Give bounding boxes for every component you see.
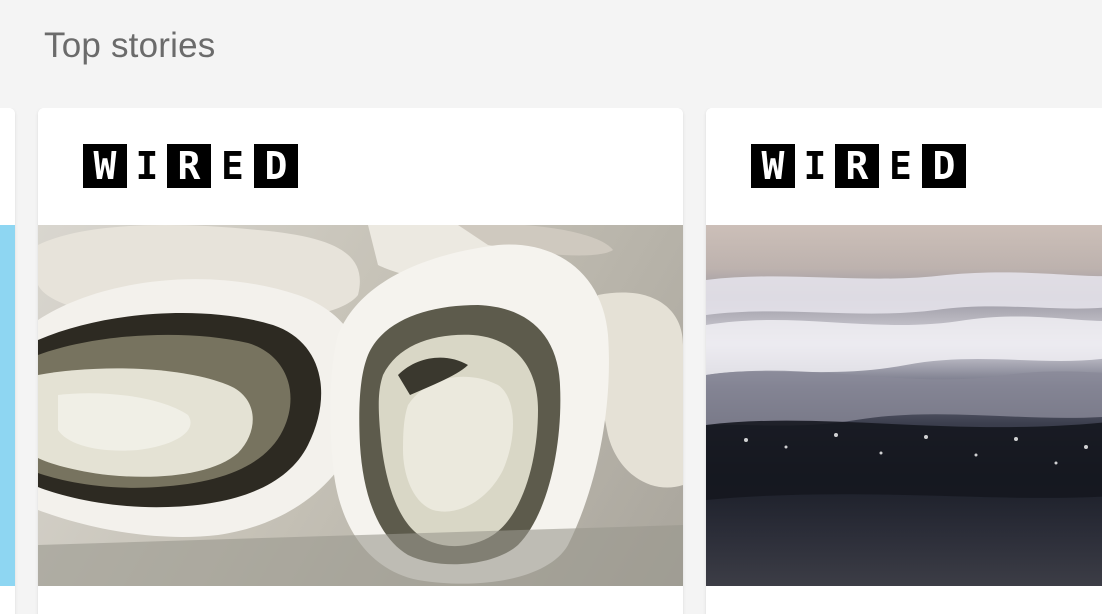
story-card[interactable]: WIRED [38,108,683,614]
section-title: Top stories [44,26,216,65]
card-header: WIRED [38,108,683,225]
publisher-logo: WIRED [83,144,298,188]
story-image[interactable] [706,225,1102,586]
story-card-previous[interactable] [0,108,15,614]
publisher-logo: WIRED [751,144,966,188]
story-card[interactable]: WIRED [706,108,1102,614]
oysters-photo [38,225,683,586]
stories-carousel[interactable]: WIRED W I R E D [0,108,1102,614]
card-header [0,108,15,225]
card-header: WIRED [706,108,1102,225]
ocean-waves-photo [706,272,1102,500]
story-image[interactable] [0,225,15,586]
story-image[interactable] [38,225,683,586]
